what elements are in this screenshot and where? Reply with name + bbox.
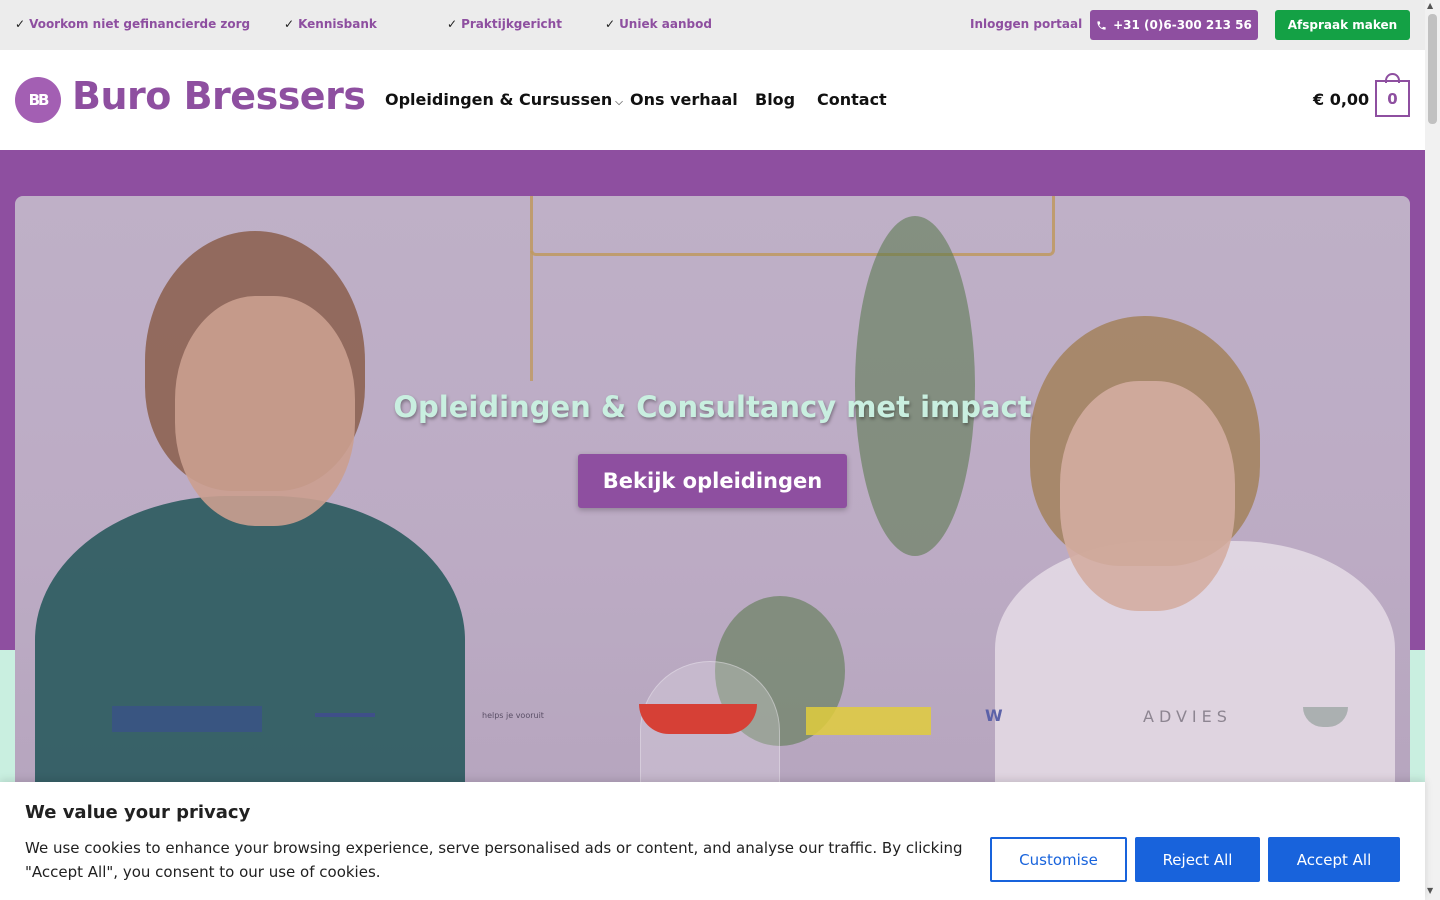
partner-logo [639,704,757,734]
scroll-up-arrow-icon[interactable]: ▲ [1427,1,1433,10]
top-bar: ✓ Voorkom niet gefinancierde zorg ✓ Kennis… [0,0,1425,50]
partner-logo: ADVIES [1143,707,1232,726]
usp-item: ✓ Uniek aanbod [605,17,712,31]
nav-item-blog[interactable]: Blog [755,90,795,109]
appointment-button[interactable]: Afspraak maken [1275,10,1410,40]
customise-button[interactable]: Customise [990,837,1127,882]
usp-label: Voorkom niet gefinancierde zorg [29,17,251,31]
check-icon: ✓ [284,17,295,31]
site-header: BB Buro Bressers Opleidingen & Cursussen… [0,50,1425,150]
usp-label: Uniek aanbod [619,17,712,31]
nav-item-ons-verhaal[interactable]: Ons verhaal [630,90,738,109]
usp-label: Kennisbank [298,17,377,31]
scrollbar-track[interactable] [1425,0,1440,900]
chevron-down-icon: ⌵ [615,97,623,108]
cart-button[interactable]: 0 [1375,80,1410,117]
hero-title: Opleidingen & Consultancy met impact [393,390,1032,424]
usp-item: ✓ Kennisbank [284,17,377,31]
hero-image: helps je vooruit W ADVIES Opleidingen & … [15,196,1410,796]
nav-label: Opleidingen & Cursussen [385,90,613,109]
check-icon: ✓ [605,17,616,31]
login-portal-link[interactable]: Inloggen portaal [970,17,1082,31]
phone-icon [1097,20,1106,30]
partner-logo [112,706,262,732]
cart-total[interactable]: € 0,00 [1313,90,1369,109]
logo-mark[interactable]: BB [15,77,61,123]
partner-logo: W [985,706,1003,725]
reject-all-button[interactable]: Reject All [1135,837,1260,882]
accept-all-button[interactable]: Accept All [1268,837,1400,882]
view-courses-button[interactable]: Bekijk opleidingen [578,454,847,508]
partner-logo [315,701,375,717]
cookie-title: We value your privacy [25,802,251,823]
cart-count: 0 [1387,89,1398,108]
scrollbar-thumb[interactable] [1428,14,1437,124]
cookie-banner: We value your privacy We use cookies to … [0,782,1425,900]
nav-item-contact[interactable]: Contact [817,90,887,109]
check-icon: ✓ [447,17,458,31]
phone-button[interactable]: +31 (0)6-300 213 56 [1090,10,1258,40]
check-icon: ✓ [15,17,26,31]
usp-item: ✓ Voorkom niet gefinancierde zorg [15,17,250,31]
nav-item-opleidingen[interactable]: Opleidingen & Cursussen ⌵ [385,90,623,109]
usp-label: Praktijkgericht [461,17,562,31]
partner-logo [806,707,931,735]
phone-number: +31 (0)6-300 213 56 [1113,18,1252,32]
scroll-down-arrow-icon[interactable]: ▼ [1427,886,1433,895]
logo-text[interactable]: Buro Bressers [72,74,366,118]
partner-logo: helps je vooruit [482,711,544,720]
cookie-text: We use cookies to enhance your browsing … [25,839,963,881]
usp-item: ✓ Praktijkgericht [447,17,562,31]
